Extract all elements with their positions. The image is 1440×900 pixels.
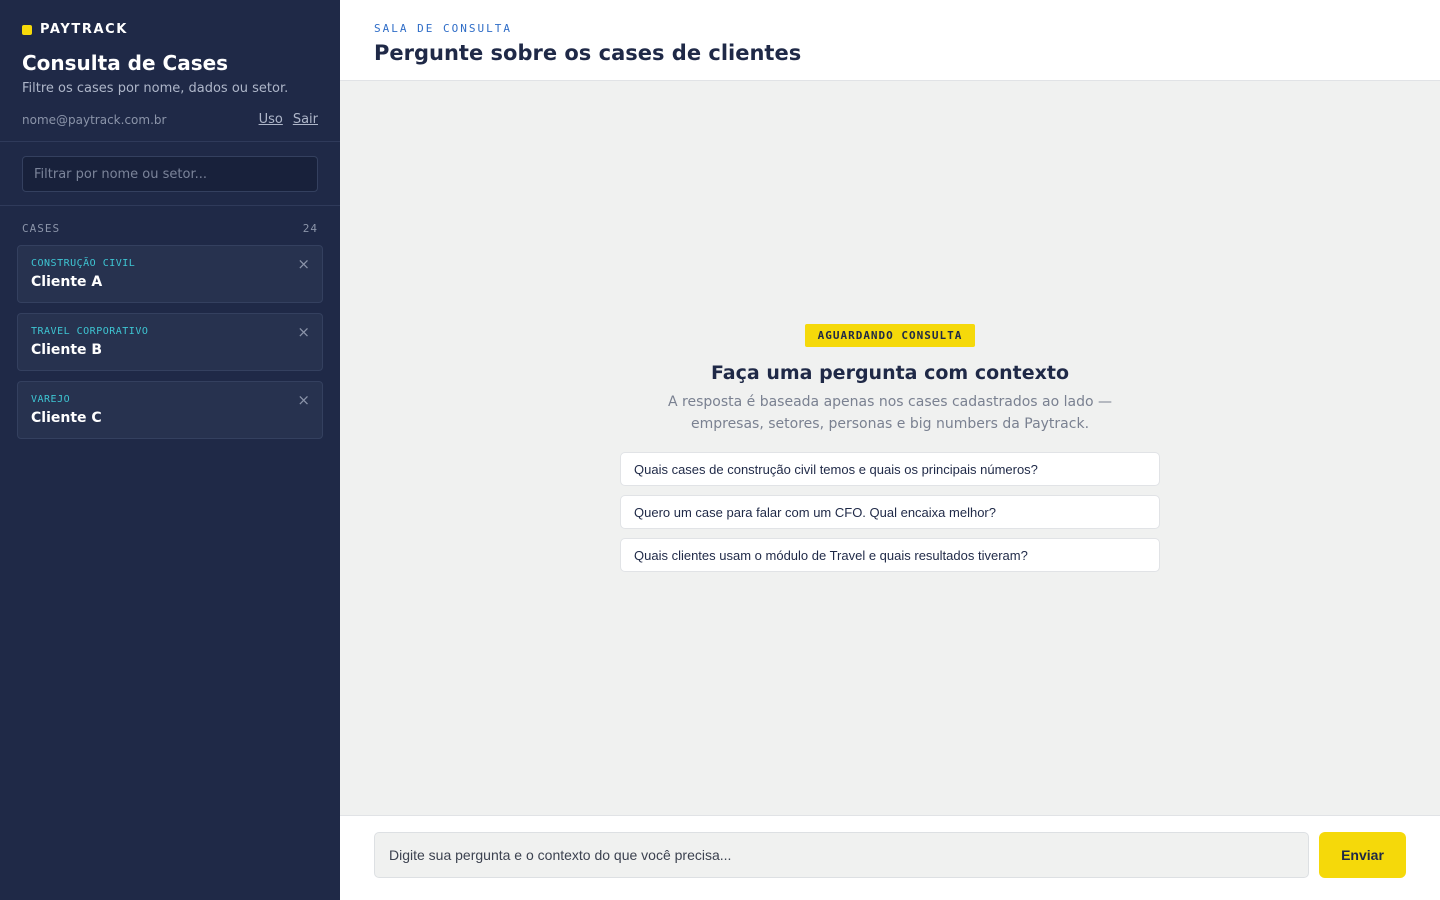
logout-link[interactable]: Sair bbox=[293, 112, 318, 127]
brand-logo-icon bbox=[22, 24, 32, 35]
close-icon[interactable]: × bbox=[297, 257, 310, 272]
sidebar-search bbox=[0, 142, 340, 206]
user-links: Uso Sair bbox=[259, 112, 318, 127]
sidebar-title: Consulta de Cases bbox=[22, 51, 229, 75]
main-panel: SALA DE CONSULTA Pergunte sobre os cases… bbox=[340, 0, 1440, 900]
case-name: Cliente A bbox=[31, 274, 103, 290]
suggestion-list: Quais cases de construção civil temos e … bbox=[620, 452, 1160, 572]
sidebar: PAYTRACK Consulta de Cases Filtre os cas… bbox=[0, 0, 340, 900]
suggestion-button[interactable]: Quais cases de construção civil temos e … bbox=[620, 452, 1160, 486]
case-name: Cliente B bbox=[31, 342, 103, 358]
empty-state-title: Faça uma pergunta com contexto bbox=[710, 362, 1070, 384]
case-sector: VAREJO bbox=[31, 394, 71, 405]
brand: PAYTRACK bbox=[22, 22, 318, 37]
filter-input[interactable] bbox=[22, 156, 318, 192]
composer: Enviar bbox=[340, 815, 1440, 900]
question-input[interactable] bbox=[374, 832, 1309, 878]
case-sector: CONSTRUÇÃO CIVIL bbox=[31, 258, 136, 269]
send-button[interactable]: Enviar bbox=[1319, 832, 1406, 878]
cases-header: CASES 24 bbox=[0, 206, 340, 245]
page-kicker: SALA DE CONSULTA bbox=[374, 22, 512, 35]
case-name: Cliente C bbox=[31, 410, 102, 426]
close-icon[interactable]: × bbox=[297, 325, 310, 340]
page-header: SALA DE CONSULTA Pergunte sobre os cases… bbox=[340, 0, 1440, 81]
case-card[interactable]: VAREJO Cliente C × bbox=[17, 381, 323, 439]
brand-name: PAYTRACK bbox=[40, 22, 128, 37]
case-card[interactable]: CONSTRUÇÃO CIVIL Cliente A × bbox=[17, 245, 323, 303]
status-badge: AGUARDANDO CONSULTA bbox=[804, 324, 976, 347]
cases-count: 24 bbox=[302, 222, 318, 235]
usage-link[interactable]: Uso bbox=[259, 112, 283, 127]
case-sector: TRAVEL CORPORATIVO bbox=[31, 326, 149, 337]
suggestion-button[interactable]: Quais clientes usam o módulo de Travel e… bbox=[620, 538, 1160, 572]
page-title: Pergunte sobre os cases de clientes bbox=[374, 41, 802, 65]
suggestion-button[interactable]: Quero um case para falar com um CFO. Qua… bbox=[620, 495, 1160, 529]
sidebar-header: PAYTRACK Consulta de Cases Filtre os cas… bbox=[0, 0, 340, 142]
cases-label: CASES bbox=[22, 222, 61, 235]
close-icon[interactable]: × bbox=[297, 393, 310, 408]
user-email: nome@paytrack.com.br bbox=[22, 112, 167, 127]
empty-state-subtitle: A resposta é baseada apenas nos cases ca… bbox=[668, 394, 1112, 432]
case-list: CONSTRUÇÃO CIVIL Cliente A × TRAVEL CORP… bbox=[0, 245, 340, 439]
case-card[interactable]: TRAVEL CORPORATIVO Cliente B × bbox=[17, 313, 323, 371]
user-row: nome@paytrack.com.br Uso Sair bbox=[22, 112, 318, 127]
empty-state: AGUARDANDO CONSULTA Faça uma pergunta co… bbox=[340, 81, 1440, 815]
sidebar-subtitle: Filtre os cases por nome, dados ou setor… bbox=[22, 81, 289, 96]
